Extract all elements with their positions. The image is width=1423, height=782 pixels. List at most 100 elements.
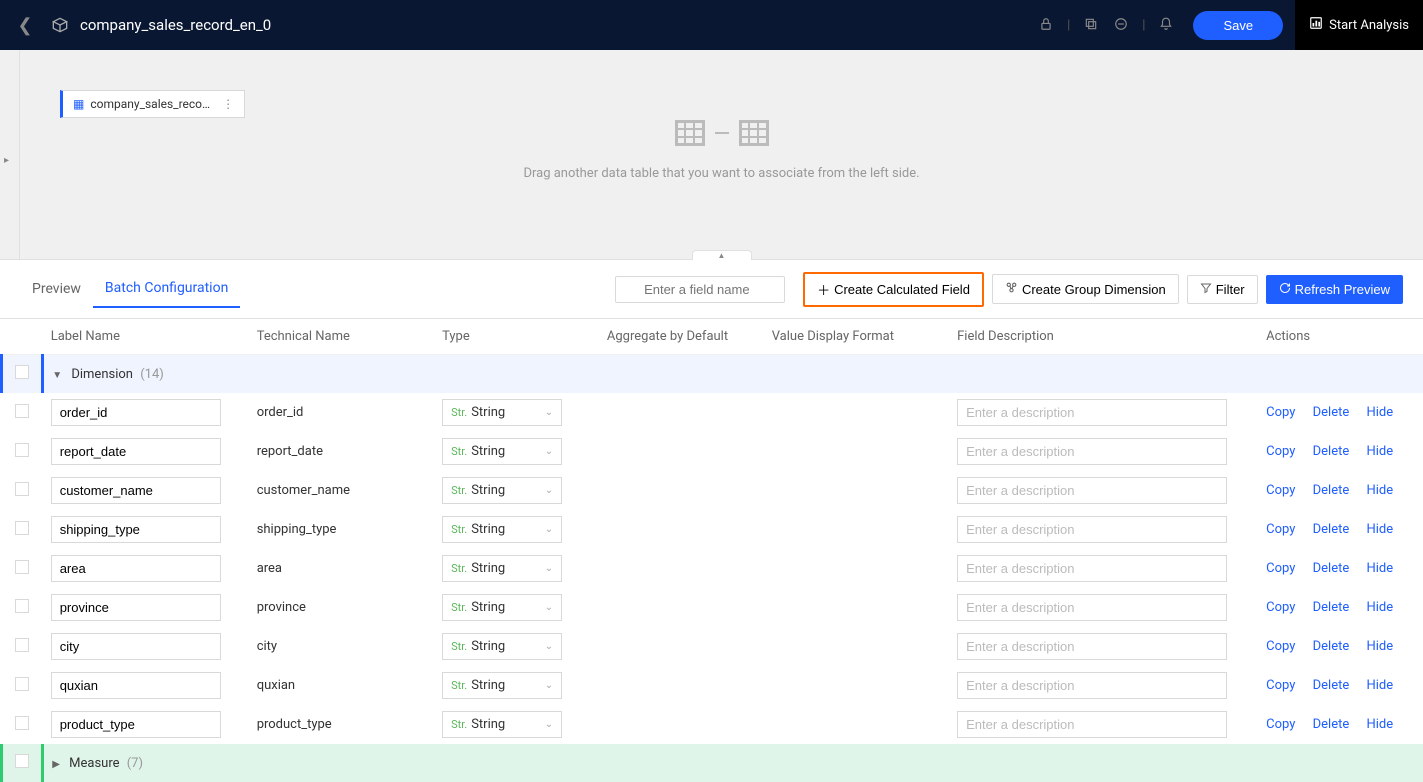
chevron-down-icon[interactable]: ▼ (52, 370, 62, 381)
delete-action[interactable]: Delete (1313, 522, 1350, 537)
label-name-input[interactable] (51, 594, 221, 621)
checkbox[interactable] (15, 521, 29, 535)
create-group-dimension-button[interactable]: Create Group Dimension (992, 274, 1179, 304)
label-name-input[interactable] (51, 633, 221, 660)
copy-action[interactable]: Copy (1266, 405, 1295, 420)
delete-action[interactable]: Delete (1313, 678, 1350, 693)
canvas-area: ▦ company_sales_reco… ⋮ Drag another dat… (0, 50, 1423, 260)
copy-icon[interactable] (1084, 16, 1098, 35)
delete-action[interactable]: Delete (1313, 600, 1350, 615)
copy-action[interactable]: Copy (1266, 483, 1295, 498)
type-value: String (471, 600, 505, 615)
hide-action[interactable]: Hide (1366, 522, 1393, 537)
delete-action[interactable]: Delete (1313, 639, 1350, 654)
measure-group-row[interactable]: ▶ Measure (7) (2, 744, 1423, 782)
chevron-down-icon: ⌄ (545, 719, 553, 730)
table-header-row: Label Name Technical Name Type Aggregate… (2, 319, 1423, 355)
delete-action[interactable]: Delete (1313, 483, 1350, 498)
checkbox[interactable] (15, 560, 29, 574)
description-input[interactable] (957, 711, 1227, 738)
dataset-icon (50, 15, 70, 35)
tab-preview[interactable]: Preview (20, 271, 93, 307)
description-input[interactable] (957, 672, 1227, 699)
col-type: Type (434, 319, 599, 355)
hide-action[interactable]: Hide (1366, 678, 1393, 693)
type-select[interactable]: Str.String ⌄ (442, 594, 562, 621)
remove-icon[interactable] (1114, 16, 1128, 35)
lock-icon[interactable] (1039, 16, 1053, 35)
hide-action[interactable]: Hide (1366, 600, 1393, 615)
tab-batch-configuration[interactable]: Batch Configuration (93, 270, 240, 308)
left-panel-toggle[interactable] (0, 50, 20, 259)
type-select[interactable]: Str.String ⌄ (442, 555, 562, 582)
type-value: String (471, 483, 505, 498)
label-name-input[interactable] (51, 438, 221, 465)
checkbox[interactable] (15, 404, 29, 418)
description-input[interactable] (957, 438, 1227, 465)
filter-button[interactable]: Filter (1187, 275, 1258, 304)
description-input[interactable] (957, 555, 1227, 582)
description-input[interactable] (957, 594, 1227, 621)
checkbox[interactable] (15, 677, 29, 691)
refresh-preview-button[interactable]: Refresh Preview (1266, 275, 1403, 304)
label-name-input[interactable] (51, 711, 221, 738)
table-row: area Str.String ⌄ Copy Delete Hide (2, 549, 1423, 588)
chip-more-icon[interactable]: ⋮ (222, 97, 234, 111)
delete-action[interactable]: Delete (1313, 444, 1350, 459)
hide-action[interactable]: Hide (1366, 444, 1393, 459)
delete-action[interactable]: Delete (1313, 717, 1350, 732)
type-select[interactable]: Str.String ⌄ (442, 711, 562, 738)
hide-action[interactable]: Hide (1366, 717, 1393, 732)
copy-action[interactable]: Copy (1266, 639, 1295, 654)
checkbox[interactable] (15, 638, 29, 652)
type-select[interactable]: Str.String ⌄ (442, 633, 562, 660)
collapse-canvas-handle[interactable]: ▲ (692, 250, 752, 260)
type-select[interactable]: Str.String ⌄ (442, 438, 562, 465)
type-select[interactable]: Str.String ⌄ (442, 477, 562, 504)
checkbox[interactable] (15, 754, 29, 768)
copy-action[interactable]: Copy (1266, 678, 1295, 693)
copy-action[interactable]: Copy (1266, 444, 1295, 459)
copy-action[interactable]: Copy (1266, 522, 1295, 537)
field-search-input[interactable] (615, 276, 785, 303)
label-name-input[interactable] (51, 399, 221, 426)
type-select[interactable]: Str.String ⌄ (442, 399, 562, 426)
back-icon[interactable]: ❮ (10, 15, 40, 36)
technical-name-cell: customer_name (249, 471, 434, 510)
description-input[interactable] (957, 399, 1227, 426)
label-name-input[interactable] (51, 477, 221, 504)
start-analysis-button[interactable]: Start Analysis (1295, 0, 1423, 50)
dimension-group-row[interactable]: ▼ Dimension (14) (2, 355, 1423, 394)
hide-action[interactable]: Hide (1366, 483, 1393, 498)
type-select[interactable]: Str.String ⌄ (442, 516, 562, 543)
copy-action[interactable]: Copy (1266, 600, 1295, 615)
delete-action[interactable]: Delete (1313, 561, 1350, 576)
chevron-right-icon[interactable]: ▶ (52, 759, 60, 770)
save-button[interactable]: Save (1193, 11, 1283, 40)
description-input[interactable] (957, 477, 1227, 504)
description-input[interactable] (957, 633, 1227, 660)
data-table-chip[interactable]: ▦ company_sales_reco… ⋮ (60, 90, 245, 118)
label-name-input[interactable] (51, 672, 221, 699)
toolbar: Preview Batch Configuration ＋ Create Cal… (0, 260, 1423, 319)
copy-action[interactable]: Copy (1266, 561, 1295, 576)
description-input[interactable] (957, 516, 1227, 543)
copy-action[interactable]: Copy (1266, 717, 1295, 732)
hide-action[interactable]: Hide (1366, 405, 1393, 420)
create-calculated-field-button[interactable]: ＋ Create Calculated Field (803, 272, 984, 307)
checkbox[interactable] (15, 599, 29, 613)
label-name-input[interactable] (51, 516, 221, 543)
checkbox[interactable] (15, 716, 29, 730)
bell-icon[interactable] (1159, 16, 1173, 35)
checkbox[interactable] (15, 482, 29, 496)
page-title: company_sales_record_en_0 (80, 16, 271, 34)
hide-action[interactable]: Hide (1366, 561, 1393, 576)
checkbox[interactable] (15, 365, 29, 379)
type-select[interactable]: Str.String ⌄ (442, 672, 562, 699)
type-value: String (471, 405, 505, 420)
label-name-input[interactable] (51, 555, 221, 582)
checkbox[interactable] (15, 443, 29, 457)
delete-action[interactable]: Delete (1313, 405, 1350, 420)
hide-action[interactable]: Hide (1366, 639, 1393, 654)
field-table-scroll[interactable]: Label Name Technical Name Type Aggregate… (0, 319, 1423, 782)
